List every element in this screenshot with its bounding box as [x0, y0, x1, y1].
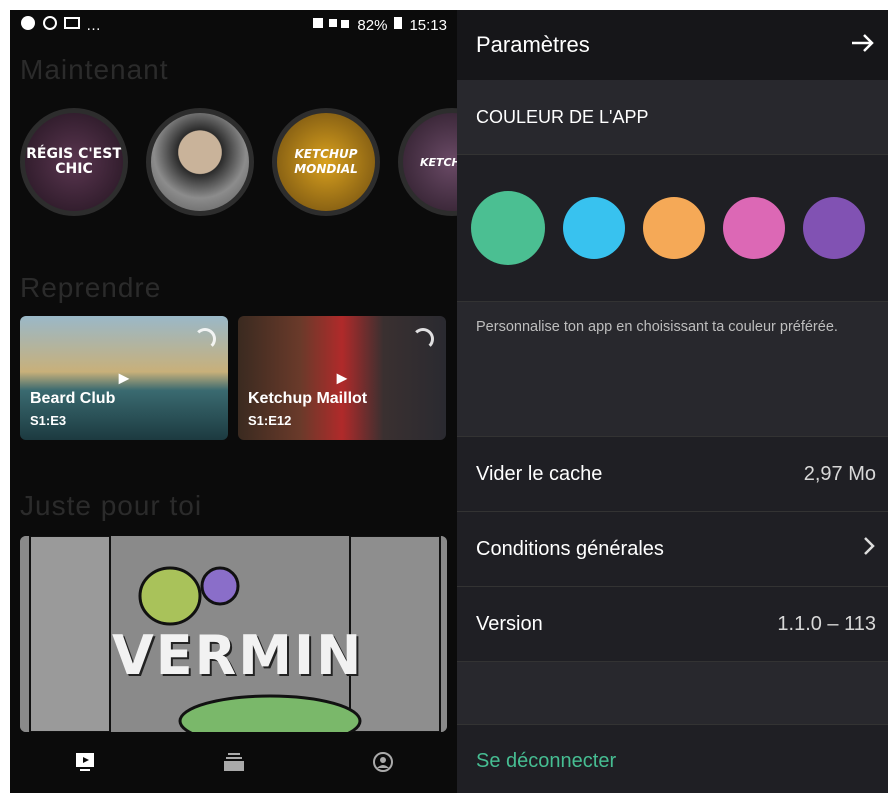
terms-label: Conditions générales: [476, 537, 664, 560]
clear-cache-row[interactable]: Vider le cache 2,97 Mo: [457, 436, 888, 511]
color-swatch-purple[interactable]: [803, 197, 865, 259]
featured-title: VERMIN: [112, 624, 364, 687]
color-swatch-orange[interactable]: [643, 197, 705, 259]
live-shows-row: RÉGIS C'EST CHIC KETCHUP MONDIAL KETCH M…: [20, 108, 457, 216]
battery-icon: [393, 16, 403, 34]
battery-percent: 82%: [357, 16, 388, 34]
section-title-now: Maintenant: [20, 54, 169, 85]
loading-spinner: [412, 328, 434, 350]
resume-cards: ▶ Beard Club S1:E3 ▶ Ketchup Maillot S1:…: [20, 316, 446, 440]
settings-screen: Paramètres COULEUR DE L'APP Personnalise…: [457, 10, 888, 793]
page-title: Paramètres: [476, 32, 590, 57]
status-bar: … 82% 15:13: [10, 10, 457, 40]
arrow-right-icon[interactable]: [850, 30, 876, 61]
cache-size: 2,97 Mo: [803, 462, 876, 485]
color-picker: [457, 154, 888, 302]
resume-card[interactable]: ▶ Beard Club S1:E3: [20, 316, 228, 440]
terms-row[interactable]: Conditions générales: [457, 511, 888, 586]
clear-cache-label: Vider le cache: [476, 462, 603, 485]
play-icon: ▶: [118, 369, 130, 386]
resume-card[interactable]: ▶ Ketchup Maillot S1:E12: [238, 316, 446, 440]
color-swatch-pink[interactable]: [723, 197, 785, 259]
version-label: Version: [476, 612, 543, 635]
home-screen: … 82% 15:13 Maintenant RÉGIS C'EST CHIC …: [10, 10, 457, 793]
signal-icon: [311, 16, 351, 34]
show-avatar[interactable]: [146, 108, 254, 216]
version-value: 1.1.0 – 113: [777, 612, 876, 635]
clock: 15:13: [409, 16, 447, 34]
loading-spinner: [194, 328, 216, 350]
show-avatar[interactable]: KETCH MA: [398, 108, 457, 216]
settings-header: Paramètres: [457, 10, 888, 80]
app-color-heading: COULEUR DE L'APP: [457, 80, 888, 154]
featured-show-card[interactable]: VERMIN: [20, 536, 447, 732]
card-episode: S1:E12: [248, 413, 292, 428]
logout-button[interactable]: Se déconnecter: [457, 724, 888, 793]
color-swatch-green[interactable]: [471, 191, 545, 265]
version-row: Version 1.1.0 – 113: [457, 586, 888, 661]
show-avatar[interactable]: KETCHUP MONDIAL: [272, 108, 380, 216]
status-ellipsis: …: [86, 16, 101, 34]
tab-home[interactable]: [65, 744, 105, 784]
color-description: Personnalise ton app en choisissant ta c…: [457, 302, 888, 436]
play-icon: ▶: [336, 369, 348, 386]
section-title-resume: Reprendre: [20, 272, 162, 303]
tv-icon: [74, 751, 96, 778]
section-title-foryou: Juste pour toi: [20, 490, 203, 521]
tab-profile[interactable]: [363, 744, 403, 784]
stack-icon: [223, 751, 245, 778]
tab-library[interactable]: [214, 744, 254, 784]
show-avatar[interactable]: RÉGIS C'EST CHIC: [20, 108, 128, 216]
card-episode: S1:E3: [30, 413, 67, 428]
card-title: Ketchup Maillot: [248, 390, 368, 407]
bottom-tab-bar: [10, 735, 457, 793]
user-icon: [372, 751, 394, 778]
messenger-icon: [20, 15, 36, 35]
chevron-right-icon: [862, 536, 876, 562]
mail-icon: [64, 16, 80, 34]
color-swatch-blue[interactable]: [563, 197, 625, 259]
spacer: [457, 661, 888, 724]
card-title: Beard Club: [30, 390, 116, 407]
whatsapp-icon: [42, 15, 58, 35]
